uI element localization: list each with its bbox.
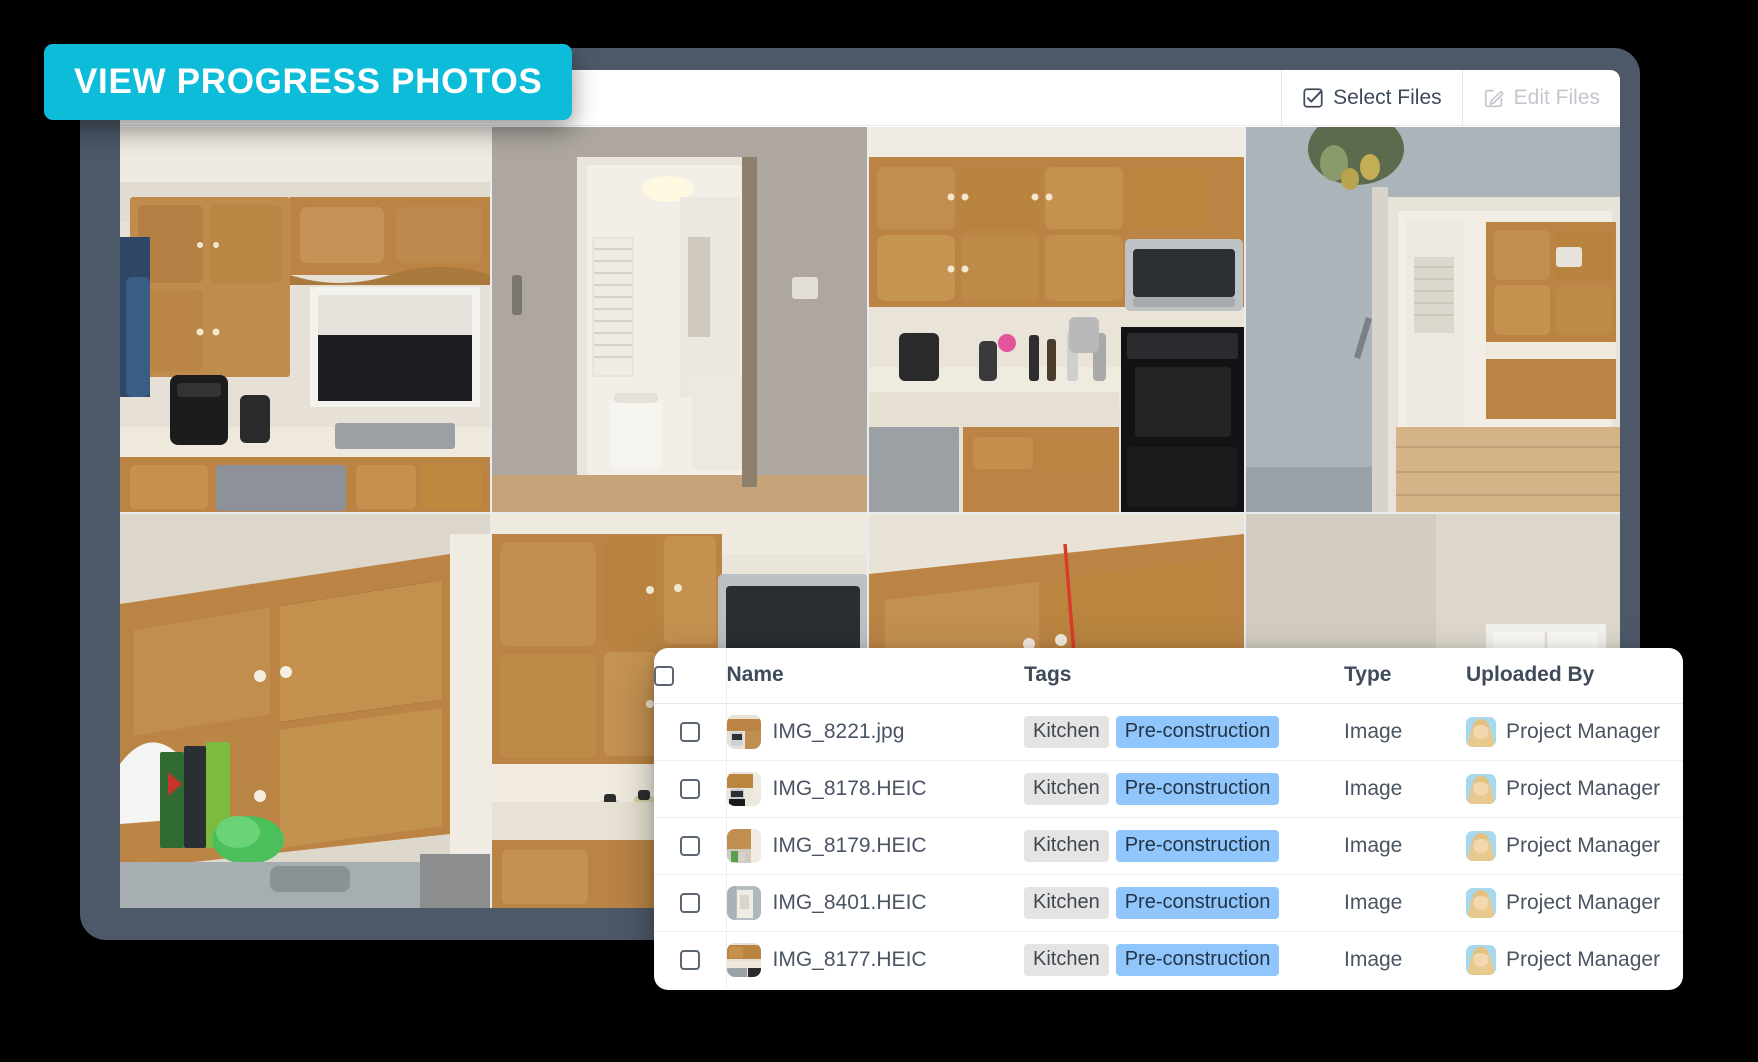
uploader-name-label: Project Manager xyxy=(1506,890,1661,914)
file-thumbnail-icon xyxy=(726,885,761,920)
column-header-uploaded-by[interactable]: Uploaded By xyxy=(1466,648,1683,704)
file-name-cell: IMG_8221.jpg xyxy=(726,703,1024,761)
screenshot-stage: Select Files Edit Files VIEW PROGRESS PH… xyxy=(0,0,1758,1062)
photo-thumbnail-1[interactable] xyxy=(120,127,490,512)
file-table: Name Tags Type Uploaded By IMG_8221.jpg … xyxy=(654,648,1683,988)
tag-pre-construction[interactable]: Pre-construction xyxy=(1115,886,1280,919)
file-name-label: IMG_8221.jpg xyxy=(772,719,905,743)
tag-pre-construction[interactable]: Pre-construction xyxy=(1115,715,1280,748)
file-type-cell: Image xyxy=(1344,947,1403,971)
file-name-cell: IMG_8179.HEIC xyxy=(726,817,1024,875)
file-name-label: IMG_8401.HEIC xyxy=(772,890,927,914)
uploader-name-label: Project Manager xyxy=(1506,776,1661,800)
file-table-body: IMG_8221.jpg Kitchen Pre-construction Im… xyxy=(654,703,1683,988)
row-select-cell xyxy=(654,817,727,875)
table-row[interactable]: IMG_8179.HEIC Kitchen Pre-construction I… xyxy=(654,817,1683,875)
file-list-panel: Name Tags Type Uploaded By IMG_8221.jpg … xyxy=(654,648,1683,990)
photo-thumbnail-3[interactable] xyxy=(869,127,1244,512)
file-name-cell: IMG_8177.HEIC xyxy=(726,931,1024,988)
edit-files-button[interactable]: Edit Files xyxy=(1461,70,1620,125)
row-checkbox[interactable] xyxy=(679,835,700,856)
file-thumbnail-icon xyxy=(726,942,761,977)
file-thumbnail-icon xyxy=(726,714,761,749)
column-header-type[interactable]: Type xyxy=(1344,648,1466,704)
file-name-label: IMG_8179.HEIC xyxy=(772,833,927,857)
column-header-name[interactable]: Name xyxy=(726,648,1024,704)
tag-pre-construction[interactable]: Pre-construction xyxy=(1115,943,1280,976)
file-tags-cell: Kitchen Pre-construction xyxy=(1024,931,1344,988)
select-files-label: Select Files xyxy=(1333,85,1442,109)
photo-thumbnail-4[interactable] xyxy=(1246,127,1620,512)
avatar xyxy=(1466,773,1496,804)
row-checkbox[interactable] xyxy=(679,950,700,971)
file-type-cell: Image xyxy=(1344,874,1466,932)
tag-kitchen[interactable]: Kitchen xyxy=(1024,829,1109,862)
file-uploader-cell: Project Manager xyxy=(1466,874,1683,932)
file-name-label: IMG_8177.HEIC xyxy=(772,947,927,971)
table-row[interactable]: IMG_8401.HEIC Kitchen Pre-construction I… xyxy=(654,874,1683,932)
file-thumbnail-icon xyxy=(726,828,761,863)
table-row[interactable]: IMG_8221.jpg Kitchen Pre-construction Im… xyxy=(654,703,1683,761)
row-select-cell xyxy=(654,760,727,818)
tag-kitchen[interactable]: Kitchen xyxy=(1024,886,1109,919)
uploader-name-label: Project Manager xyxy=(1506,719,1661,743)
file-uploader-cell: Project Manager xyxy=(1466,703,1683,761)
uploader-name-label: Project Manager xyxy=(1506,833,1661,857)
photo-thumbnail-5[interactable] xyxy=(120,514,490,908)
tag-pre-construction[interactable]: Pre-construction xyxy=(1115,772,1280,805)
file-tags-cell: Kitchen Pre-construction xyxy=(1024,874,1344,932)
row-select-cell xyxy=(654,703,727,761)
avatar xyxy=(1466,944,1496,975)
file-uploader-cell: Project Manager xyxy=(1466,931,1683,988)
row-checkbox[interactable] xyxy=(679,892,700,913)
pencil-square-icon xyxy=(1483,87,1505,109)
photo-thumbnail-2[interactable] xyxy=(492,127,867,512)
edit-files-label: Edit Files xyxy=(1513,85,1600,109)
file-tags-cell: Kitchen Pre-construction xyxy=(1024,703,1344,761)
view-progress-photos-badge[interactable]: VIEW PROGRESS PHOTOS xyxy=(44,44,573,120)
file-type-cell: Image xyxy=(1344,760,1466,818)
tag-kitchen[interactable]: Kitchen xyxy=(1024,772,1109,805)
row-checkbox[interactable] xyxy=(679,721,700,742)
file-name-cell: IMG_8401.HEIC xyxy=(726,874,1024,932)
badge-label: VIEW PROGRESS PHOTOS xyxy=(74,62,543,101)
column-header-tags[interactable]: Tags xyxy=(1024,648,1344,704)
tag-pre-construction[interactable]: Pre-construction xyxy=(1115,829,1280,862)
avatar xyxy=(1466,716,1496,747)
row-select-cell xyxy=(654,874,727,932)
avatar xyxy=(1466,887,1496,918)
file-table-head: Name Tags Type Uploaded By xyxy=(654,648,1683,704)
file-thumbnail-icon xyxy=(726,771,761,806)
row-checkbox[interactable] xyxy=(679,778,700,799)
select-all-header xyxy=(654,648,727,704)
row-select-cell xyxy=(654,931,727,988)
file-name-label: IMG_8178.HEIC xyxy=(772,776,927,800)
file-uploader-cell: Project Manager xyxy=(1466,817,1683,875)
checkbox-check-icon xyxy=(1302,87,1324,109)
table-row[interactable]: IMG_8177.HEIC Kitchen Pre-construction I… xyxy=(654,931,1683,988)
file-tags-cell: Kitchen Pre-construction xyxy=(1024,817,1344,875)
avatar xyxy=(1466,830,1496,861)
tag-kitchen[interactable]: Kitchen xyxy=(1024,943,1109,976)
select-all-checkbox[interactable] xyxy=(654,665,674,686)
uploader-name-label: Project Manager xyxy=(1506,947,1661,971)
file-table-header-row: Name Tags Type Uploaded By xyxy=(654,648,1683,704)
select-files-button[interactable]: Select Files xyxy=(1281,70,1462,125)
tag-kitchen[interactable]: Kitchen xyxy=(1024,715,1109,748)
file-type-cell: Image xyxy=(1344,817,1466,875)
table-row[interactable]: IMG_8178.HEIC Kitchen Pre-construction I… xyxy=(654,760,1683,818)
file-uploader-cell: Project Manager xyxy=(1466,760,1683,818)
file-name-cell: IMG_8178.HEIC xyxy=(726,760,1024,818)
file-tags-cell: Kitchen Pre-construction xyxy=(1024,760,1344,818)
file-type-cell: Image xyxy=(1344,703,1466,761)
